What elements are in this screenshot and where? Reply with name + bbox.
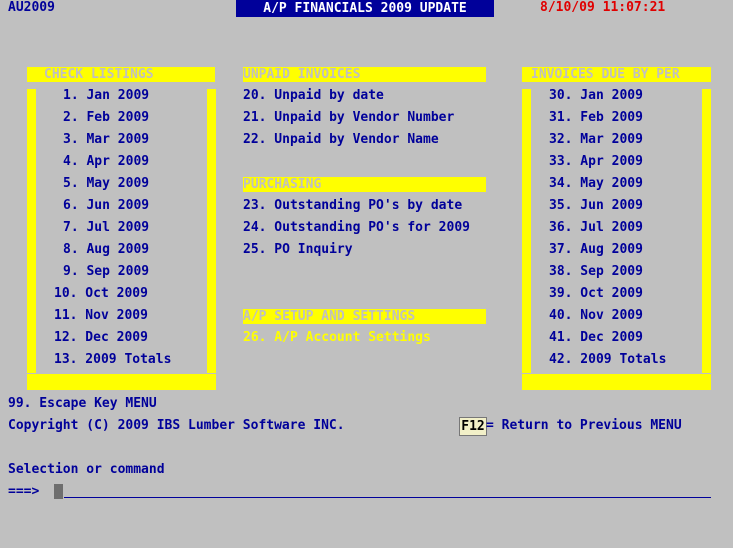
screen-title: A/P FINANCIALS 2009 UPDATE: [236, 0, 494, 17]
f12-key-button[interactable]: F12: [459, 417, 487, 436]
menu-item-37[interactable]: 37. Aug 2009: [549, 242, 643, 258]
menu-item-39[interactable]: 39. Oct 2009: [549, 286, 643, 302]
datetime: 8/10/09 11:07:21: [540, 0, 666, 15]
command-input-underline: [64, 497, 711, 498]
menu-item-5[interactable]: 5. May 2009: [63, 176, 149, 192]
check-listings-left-border: [27, 89, 36, 373]
menu-item-33[interactable]: 33. Apr 2009: [549, 154, 643, 170]
return-previous-menu-label: = Return to Previous MENU: [486, 418, 682, 433]
menu-item-2[interactable]: 2. Feb 2009: [63, 110, 149, 126]
menu-item-8[interactable]: 8. Aug 2009: [63, 242, 149, 258]
prompt-arrow: ===>: [8, 484, 40, 499]
menu-item-13[interactable]: 13. 2009 Totals: [54, 352, 171, 368]
menu-item-40[interactable]: 40. Nov 2009: [549, 308, 643, 324]
copyright-notice: Copyright (C) 2009 IBS Lumber Software I…: [8, 418, 345, 433]
menu-item-21[interactable]: 21. Unpaid by Vendor Number: [243, 110, 454, 126]
menu-item-42[interactable]: 42. 2009 Totals: [549, 352, 666, 368]
menu-item-11[interactable]: 11. Nov 2009: [54, 308, 148, 324]
menu-item-34[interactable]: 34. May 2009: [549, 176, 643, 192]
check-listings-header: CHECK LISTINGS: [27, 67, 215, 82]
menu-item-4[interactable]: 4. Apr 2009: [63, 154, 149, 170]
check-listings-bottom-border: [27, 374, 216, 390]
escape-key-menu[interactable]: 99. Escape Key MENU: [8, 396, 157, 412]
menu-item-23[interactable]: 23. Outstanding PO's by date: [243, 198, 462, 214]
program-code: AU2009: [8, 0, 55, 15]
menu-item-24[interactable]: 24. Outstanding PO's for 2009: [243, 220, 470, 236]
text-cursor: [54, 484, 63, 499]
invoices-due-right-border: [702, 89, 711, 373]
menu-item-25[interactable]: 25. PO Inquiry: [243, 242, 353, 258]
unpaid-invoices-header: UNPAID INVOICES: [243, 67, 486, 82]
menu-item-26[interactable]: 26. A/P Account Settings: [243, 330, 431, 346]
menu-item-12[interactable]: 12. Dec 2009: [54, 330, 148, 346]
invoices-due-bottom-border: [522, 374, 711, 390]
invoices-due-header: INVOICES DUE BY PER: [522, 67, 711, 82]
menu-item-30[interactable]: 30. Jan 2009: [549, 88, 643, 104]
menu-item-3[interactable]: 3. Mar 2009: [63, 132, 149, 148]
menu-item-22[interactable]: 22. Unpaid by Vendor Name: [243, 132, 439, 148]
menu-item-35[interactable]: 35. Jun 2009: [549, 198, 643, 214]
purchasing-header: PURCHASING: [243, 177, 486, 192]
menu-item-10[interactable]: 10. Oct 2009: [54, 286, 148, 302]
menu-item-7[interactable]: 7. Jul 2009: [63, 220, 149, 236]
menu-item-9[interactable]: 9. Sep 2009: [63, 264, 149, 280]
invoices-due-left-border: [522, 89, 531, 373]
menu-item-20[interactable]: 20. Unpaid by date: [243, 88, 384, 104]
menu-item-1[interactable]: 1. Jan 2009: [63, 88, 149, 104]
menu-item-36[interactable]: 36. Jul 2009: [549, 220, 643, 236]
menu-item-41[interactable]: 41. Dec 2009: [549, 330, 643, 346]
menu-item-32[interactable]: 32. Mar 2009: [549, 132, 643, 148]
menu-item-38[interactable]: 38. Sep 2009: [549, 264, 643, 280]
ap-setup-header: A/P SETUP AND SETTINGS: [243, 309, 486, 324]
menu-item-31[interactable]: 31. Feb 2009: [549, 110, 643, 126]
selection-prompt-label: Selection or command: [8, 462, 165, 477]
check-listings-right-border: [207, 89, 216, 373]
menu-item-6[interactable]: 6. Jun 2009: [63, 198, 149, 214]
